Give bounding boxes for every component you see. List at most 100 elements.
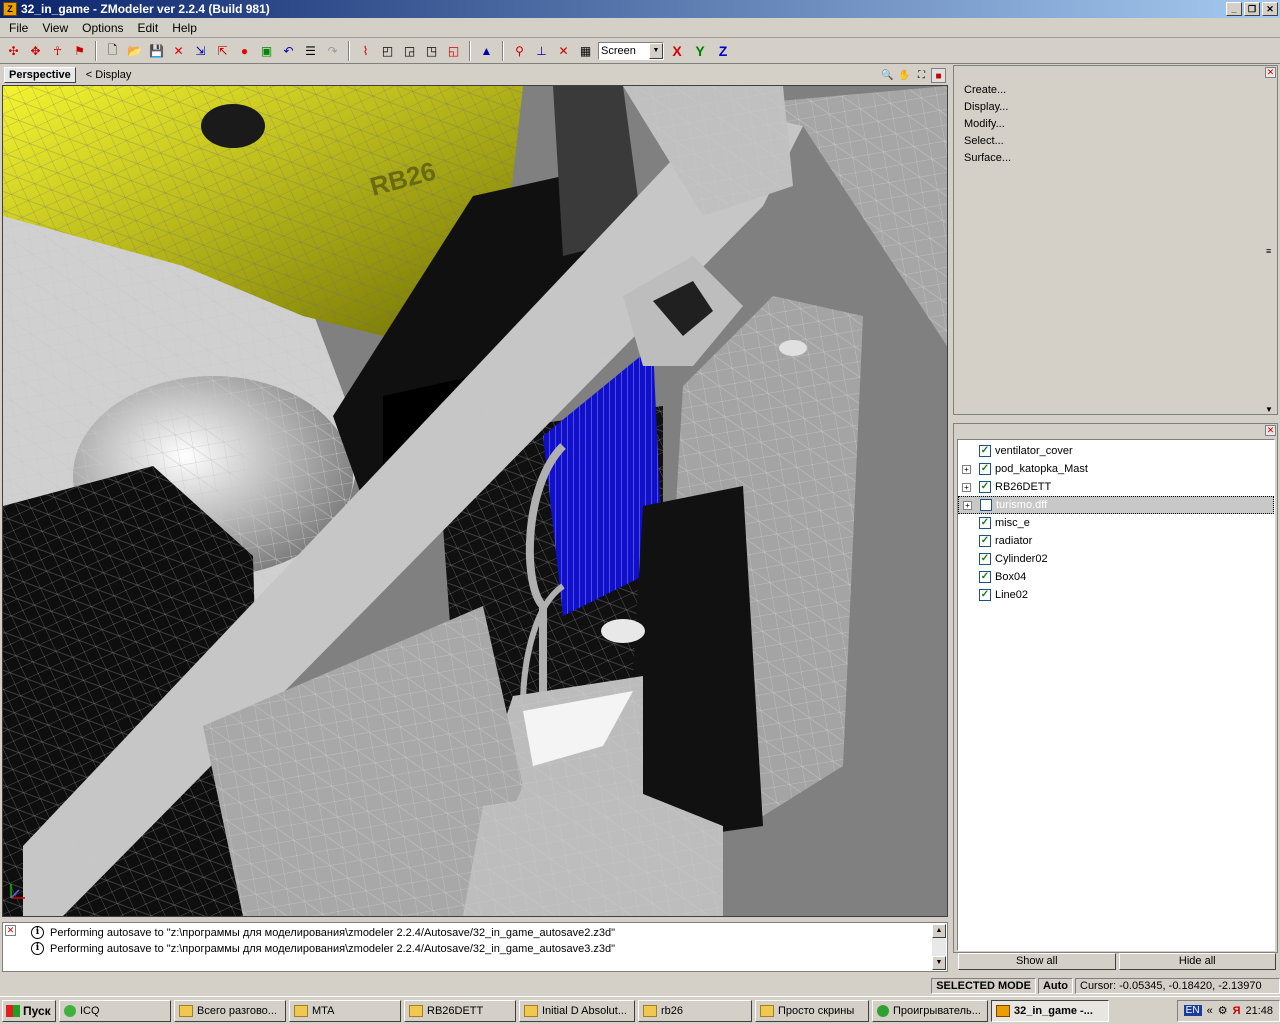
cmd-surface[interactable]: Surface... — [964, 150, 1011, 167]
visibility-checkbox[interactable]: ✓ — [979, 553, 991, 565]
menu-view[interactable]: View — [35, 21, 75, 35]
network-icon[interactable]: ⚙ — [1218, 1004, 1228, 1017]
viewport-close-icon[interactable]: ■ — [931, 67, 946, 83]
tree-item-misc-e[interactable]: ✓ misc_e — [958, 514, 1274, 532]
expand-icon[interactable]: + — [962, 464, 971, 474]
move-tool-icon[interactable]: ✥ — [26, 42, 45, 61]
zoom-icon[interactable]: 🔍 — [880, 68, 895, 83]
visibility-checkbox[interactable]: ✓ — [979, 445, 991, 457]
visibility-checkbox[interactable]: ✓ — [979, 571, 991, 583]
expand-icon[interactable]: + — [963, 500, 972, 510]
tray-expand-icon[interactable]: « — [1207, 1005, 1213, 1017]
redo-icon[interactable]: ↷ — [323, 42, 342, 61]
hierarchy-panel-close-icon[interactable]: ✕ — [1265, 425, 1276, 436]
maximize-button[interactable]: ❐ — [1244, 2, 1260, 16]
cmd-display[interactable]: Display... — [964, 99, 1011, 116]
visibility-checkbox[interactable]: ✓ — [979, 535, 991, 547]
view-mode-select[interactable]: Screen ▼ — [598, 42, 664, 60]
task-player[interactable]: Проигрыватель... — [872, 999, 988, 1022]
export-icon[interactable]: ⇱ — [213, 42, 232, 61]
task-mta[interactable]: MTA — [289, 999, 401, 1022]
visibility-checkbox[interactable] — [980, 499, 992, 511]
log-close-icon[interactable]: ✕ — [5, 925, 16, 936]
viewport-tab-perspective[interactable]: Perspective — [4, 67, 76, 83]
chevron-down-icon[interactable]: ▼ — [649, 43, 663, 59]
grid-icon[interactable]: ▦ — [576, 42, 595, 61]
log-entry-text: Performing autosave to "z:\программы для… — [50, 942, 616, 955]
textured-view-icon[interactable]: ◱ — [444, 42, 463, 61]
axis-lock-icon[interactable]: ⊥ — [532, 42, 551, 61]
wire-view-icon[interactable]: ⌇ — [356, 42, 375, 61]
3d-viewport[interactable]: RB26 — [2, 85, 948, 917]
menu-options[interactable]: Options — [75, 21, 130, 35]
tree-item-box04[interactable]: ✓ Box04 — [958, 568, 1274, 586]
command-panel-close-icon[interactable]: ✕ — [1265, 67, 1276, 78]
axis-y-button[interactable]: Y — [690, 43, 710, 59]
visibility-checkbox[interactable]: ✓ — [979, 589, 991, 601]
start-button[interactable]: Пуск — [2, 999, 56, 1022]
select-tool-icon[interactable]: ✣ — [4, 42, 23, 61]
undo-icon[interactable]: ↶ — [279, 42, 298, 61]
task-chat[interactable]: Всего разгово... — [174, 999, 286, 1022]
tree-item-rb26dett[interactable]: + ✓ RB26DETT — [958, 478, 1274, 496]
language-indicator[interactable]: EN — [1183, 1005, 1202, 1016]
task-zmodeler[interactable]: 32_in_game -... — [991, 999, 1109, 1022]
pivot-icon[interactable]: ▲ — [477, 42, 496, 61]
import-icon[interactable]: ⇲ — [191, 42, 210, 61]
cmd-modify[interactable]: Modify... — [964, 116, 1011, 133]
box-view-icon[interactable]: ◰ — [378, 42, 397, 61]
viewport-display-menu[interactable]: < Display — [86, 69, 132, 81]
task-initial-d[interactable]: Initial D Absolut... — [519, 999, 635, 1022]
tree-item-turismo-dff[interactable]: + turismo.dff — [958, 496, 1274, 514]
log-scrollbar[interactable]: ▲ ▼ — [932, 924, 946, 970]
task-rb26dett[interactable]: RB26DETT — [404, 999, 516, 1022]
tree-item-cylinder02[interactable]: ✓ Cylinder02 — [958, 550, 1274, 568]
scroll-down-icon[interactable]: ▼ — [1265, 405, 1273, 414]
status-auto[interactable]: Auto — [1037, 978, 1073, 994]
cmd-create[interactable]: Create... — [964, 82, 1011, 99]
tree-item-line02[interactable]: ✓ Line02 — [958, 586, 1274, 604]
menu-file[interactable]: File — [2, 21, 35, 35]
maximize-viewport-icon[interactable]: ⛶ — [914, 68, 929, 83]
delete-icon[interactable]: ✕ — [169, 42, 188, 61]
open-file-icon[interactable]: 📂 — [125, 42, 144, 61]
tree-item-radiator[interactable]: ✓ radiator — [958, 532, 1274, 550]
minimize-button[interactable]: _ — [1226, 2, 1242, 16]
visibility-checkbox[interactable]: ✓ — [979, 463, 991, 475]
main-toolbar: ✣ ✥ ☥ ⚑ 🗋 📂 💾 ✕ ⇲ ⇱ ● ▣ ↶ ☰ ↷ ⌇ ◰ ◲ ◳ ◱ … — [0, 39, 1280, 64]
visibility-checkbox[interactable]: ✓ — [979, 517, 991, 529]
notes-icon[interactable]: ☰ — [301, 42, 320, 61]
new-file-icon[interactable]: 🗋 — [103, 42, 122, 61]
pan-hand-icon[interactable]: ✋ — [897, 68, 912, 83]
group-tool-icon[interactable]: ⚑ — [70, 42, 89, 61]
view-mode-value: Screen — [601, 45, 636, 57]
axis-z-button[interactable]: Z — [713, 43, 733, 59]
close-button[interactable]: ✕ — [1262, 2, 1278, 16]
shaded-view-icon[interactable]: ◳ — [422, 42, 441, 61]
menu-edit[interactable]: Edit — [131, 21, 166, 35]
tree-item-pod-katopka-mast[interactable]: + ✓ pod_katopka_Mast — [958, 460, 1274, 478]
solid-view-icon[interactable]: ◲ — [400, 42, 419, 61]
scroll-down-icon[interactable]: ▼ — [932, 956, 946, 970]
render-icon[interactable]: ● — [235, 42, 254, 61]
snap-icon[interactable]: ⚲ — [510, 42, 529, 61]
tree-item-label: Cylinder02 — [995, 553, 1048, 565]
scroll-up-icon[interactable]: ▲ — [932, 924, 946, 938]
axis-free-icon[interactable]: ✕ — [554, 42, 573, 61]
antivirus-icon[interactable]: Я — [1233, 1005, 1241, 1017]
cmd-select[interactable]: Select... — [964, 133, 1011, 150]
expand-icon[interactable]: + — [962, 482, 971, 492]
menu-help[interactable]: Help — [165, 21, 204, 35]
task-screenshots[interactable]: Просто скрины — [755, 999, 869, 1022]
material-icon[interactable]: ▣ — [257, 42, 276, 61]
task-icq[interactable]: ICQ — [59, 999, 171, 1022]
show-all-button[interactable]: Show all — [958, 953, 1116, 970]
command-panel-scrollbar[interactable]: ≡ ▼ — [1265, 80, 1277, 414]
hide-all-button[interactable]: Hide all — [1118, 953, 1276, 970]
figure-tool-icon[interactable]: ☥ — [48, 42, 67, 61]
task-rb26[interactable]: rb26 — [638, 999, 752, 1022]
visibility-checkbox[interactable]: ✓ — [979, 481, 991, 493]
axis-x-button[interactable]: X — [667, 43, 687, 59]
save-file-icon[interactable]: 💾 — [147, 42, 166, 61]
tree-item-ventilator-cover[interactable]: ✓ ventilator_cover — [958, 442, 1274, 460]
